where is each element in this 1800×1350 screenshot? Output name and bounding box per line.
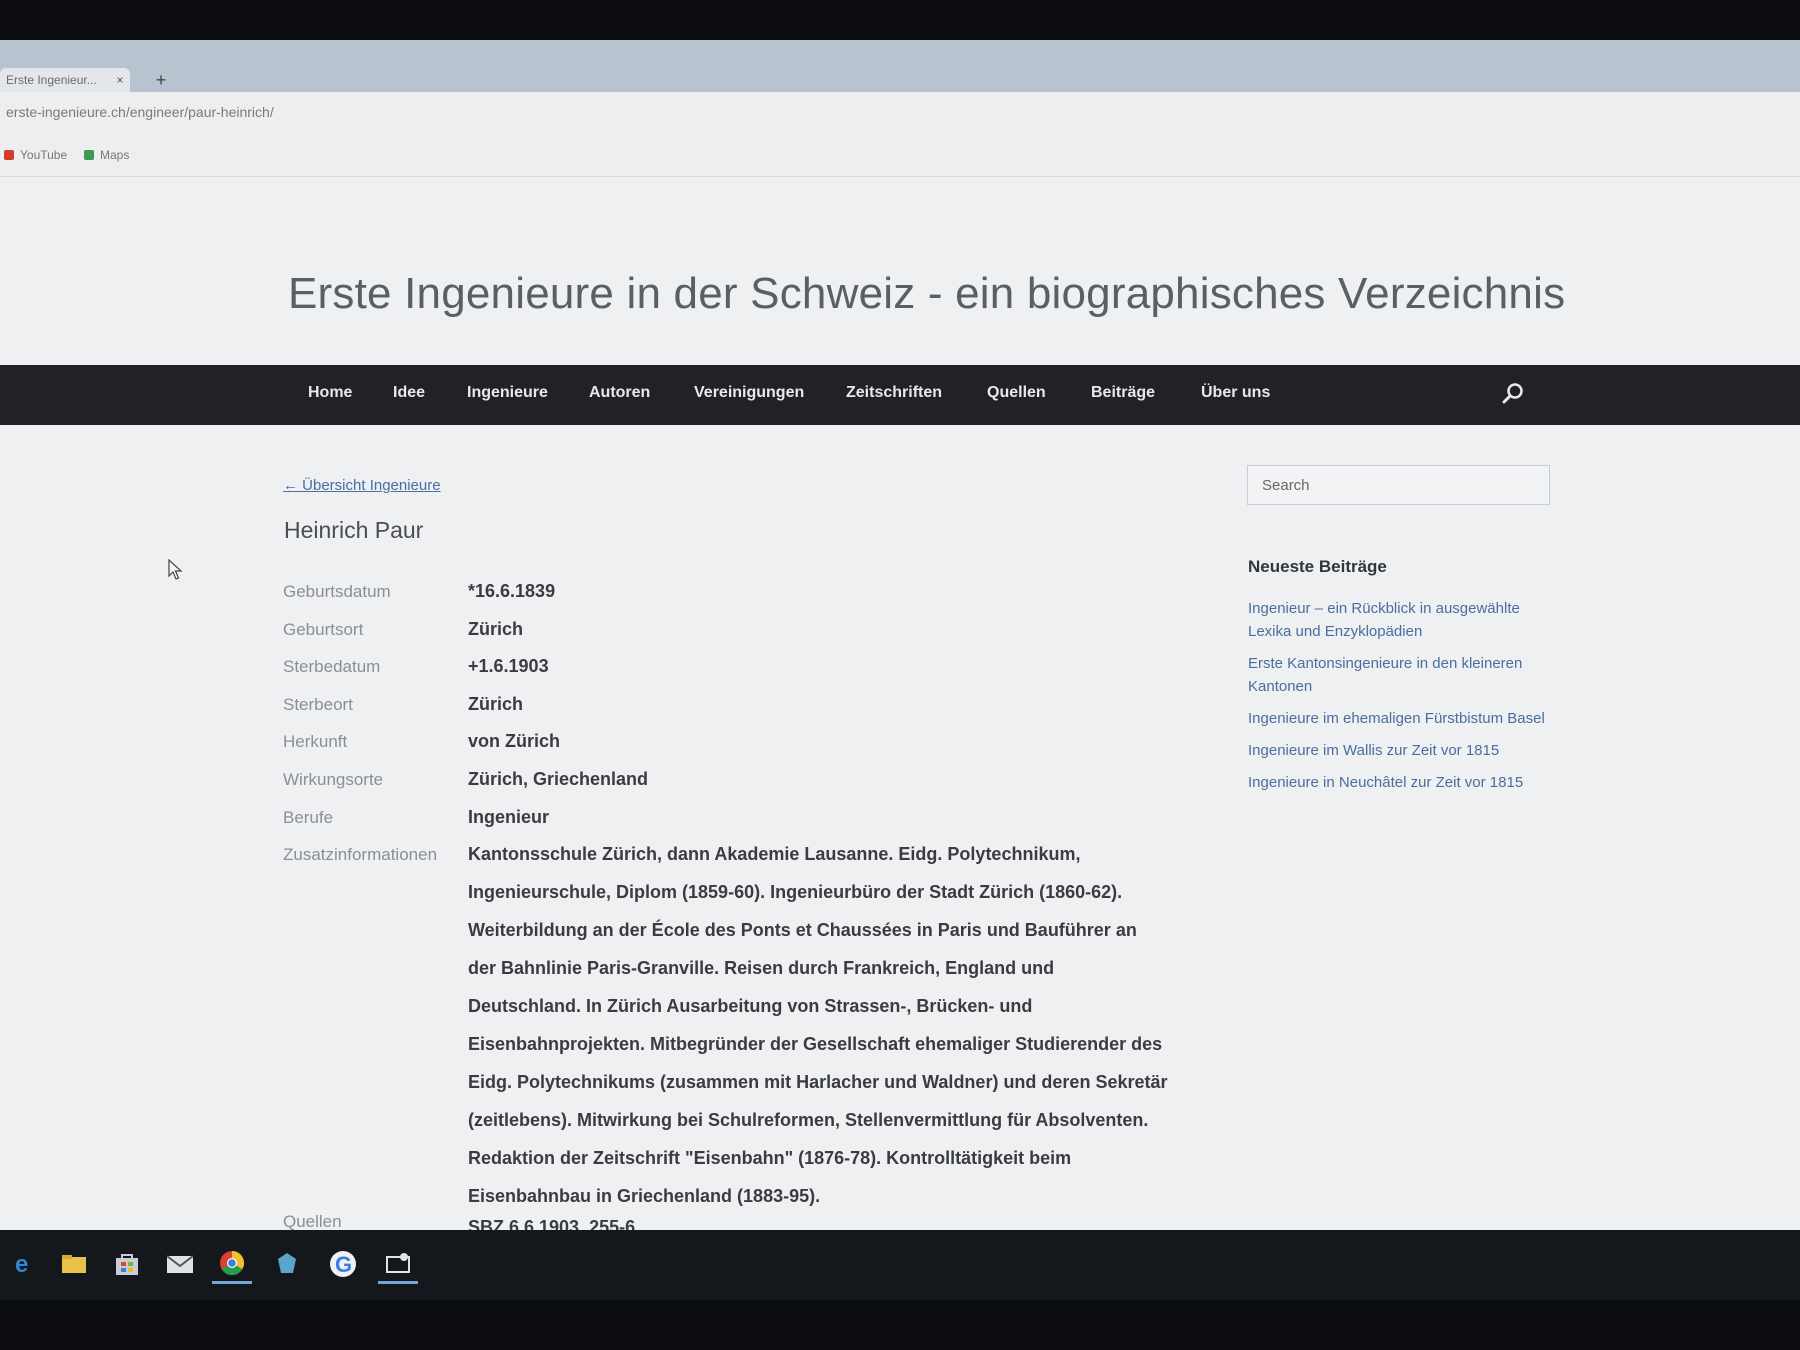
field-label-sterbedatum: Sterbedatum [283, 657, 381, 676]
address-bar[interactable]: erste-ingenieure.ch/engineer/paur-heinri… [0, 92, 1800, 136]
web-page: Erste Ingenieure in der Schweiz - ein bi… [0, 177, 1800, 1240]
nav-item-beitraege[interactable]: Beiträge [1091, 384, 1155, 402]
mail-icon[interactable] [160, 1244, 200, 1284]
chrome-icon[interactable] [212, 1244, 252, 1284]
tab-strip: Erste Ingenieur... × + [0, 40, 1800, 92]
app-icon[interactable] [267, 1244, 307, 1284]
new-tab-button[interactable]: + [150, 70, 172, 90]
main-navigation: Home Idee Ingenieure Autoren Vereinigung… [0, 365, 1800, 425]
nav-item-zeitschriften[interactable]: Zeitschriften [846, 384, 942, 402]
field-label-geburtsdatum: Geburtsdatum [283, 582, 391, 601]
bookmarks-bar: YouTube Maps [0, 136, 1800, 177]
tab-title: Erste Ingenieur... [6, 73, 97, 87]
file-explorer-icon[interactable] [54, 1244, 94, 1284]
store-icon[interactable] [107, 1244, 147, 1284]
widget-title: Neueste Beiträge [1248, 557, 1387, 576]
svg-text:e: e [15, 1251, 28, 1277]
maps-icon [84, 150, 94, 160]
recent-post-link[interactable]: Erste Kantonsingenieure in den kleineren… [1248, 652, 1548, 698]
google-icon[interactable]: G [323, 1244, 363, 1284]
bookmark-label: YouTube [20, 148, 68, 162]
site-title[interactable]: Erste Ingenieure in der Schweiz - ein bi… [288, 269, 1565, 319]
nav-item-home[interactable]: Home [308, 384, 352, 402]
field-label-herkunft: Herkunft [283, 732, 348, 751]
field-value-berufe: Ingenieur [468, 807, 550, 827]
field-value-wirkungsorte: Zürich, Griechenland [468, 769, 649, 789]
url-text[interactable]: erste-ingenieure.ch/engineer/paur-heinri… [6, 104, 274, 120]
field-label-quellen: Quellen [283, 1212, 342, 1231]
recent-post-link[interactable]: Ingenieure im ehemaligen Fürstbistum Bas… [1248, 707, 1548, 730]
entry-title: Heinrich Paur [284, 517, 424, 543]
edge-icon[interactable]: e [4, 1244, 44, 1284]
recent-post-link[interactable]: Ingenieure im Wallis zur Zeit vor 1815 [1248, 739, 1548, 762]
nav-item-quellen[interactable]: Quellen [987, 384, 1046, 402]
field-value-zusatzinformationen: Kantonsschule Zürich, dann Akademie Laus… [468, 844, 1168, 1206]
field-value-herkunft: von Zürich [468, 731, 561, 751]
nav-item-autoren[interactable]: Autoren [589, 384, 650, 402]
svg-text:G: G [335, 1252, 352, 1277]
bookmark-maps[interactable]: Maps [84, 148, 129, 162]
nav-item-vereinigungen[interactable]: Vereinigungen [694, 384, 804, 402]
field-label-berufe: Berufe [283, 808, 334, 827]
window-icon[interactable] [378, 1244, 418, 1284]
field-value-geburtsdatum: *16.6.1839 [468, 581, 556, 601]
recent-posts-list: Ingenieur – ein Rückblick in ausgewählte… [1248, 597, 1548, 803]
field-value-sterbedatum: +1.6.1903 [468, 656, 549, 676]
windows-taskbar: e G [0, 1230, 1800, 1300]
field-value-geburtsort: Zürich [468, 619, 524, 639]
bookmark-youtube[interactable]: YouTube [4, 148, 67, 162]
recent-post-link[interactable]: Ingenieure in Neuchâtel zur Zeit vor 181… [1248, 771, 1548, 794]
sidebar-search-input[interactable] [1247, 465, 1550, 505]
field-label-geburtsort: Geburtsort [283, 620, 364, 639]
close-tab-icon[interactable]: × [110, 73, 130, 87]
bookmark-label: Maps [100, 148, 130, 162]
field-label-sterbeort: Sterbeort [283, 695, 353, 714]
nav-item-ingenieure[interactable]: Ingenieure [467, 384, 548, 402]
field-value-sterbeort: Zürich [468, 694, 524, 714]
mouse-cursor-icon [168, 558, 184, 586]
browser-tab[interactable]: Erste Ingenieur... × [0, 68, 130, 92]
field-label-zusatzinformationen: Zusatzinformationen [283, 845, 438, 864]
browser-window: Erste Ingenieur... × + erste-ingenieure.… [0, 40, 1800, 1240]
nav-item-idee[interactable]: Idee [393, 384, 425, 402]
youtube-icon [4, 150, 14, 160]
field-label-wirkungsorte: Wirkungsorte [283, 770, 384, 789]
recent-post-link[interactable]: Ingenieur – ein Rückblick in ausgewählte… [1248, 597, 1548, 643]
nav-item-ueber-uns[interactable]: Über uns [1201, 384, 1270, 402]
back-to-overview-link[interactable]: ← Übersicht Ingenieure [283, 477, 441, 494]
search-icon[interactable] [1500, 381, 1526, 407]
